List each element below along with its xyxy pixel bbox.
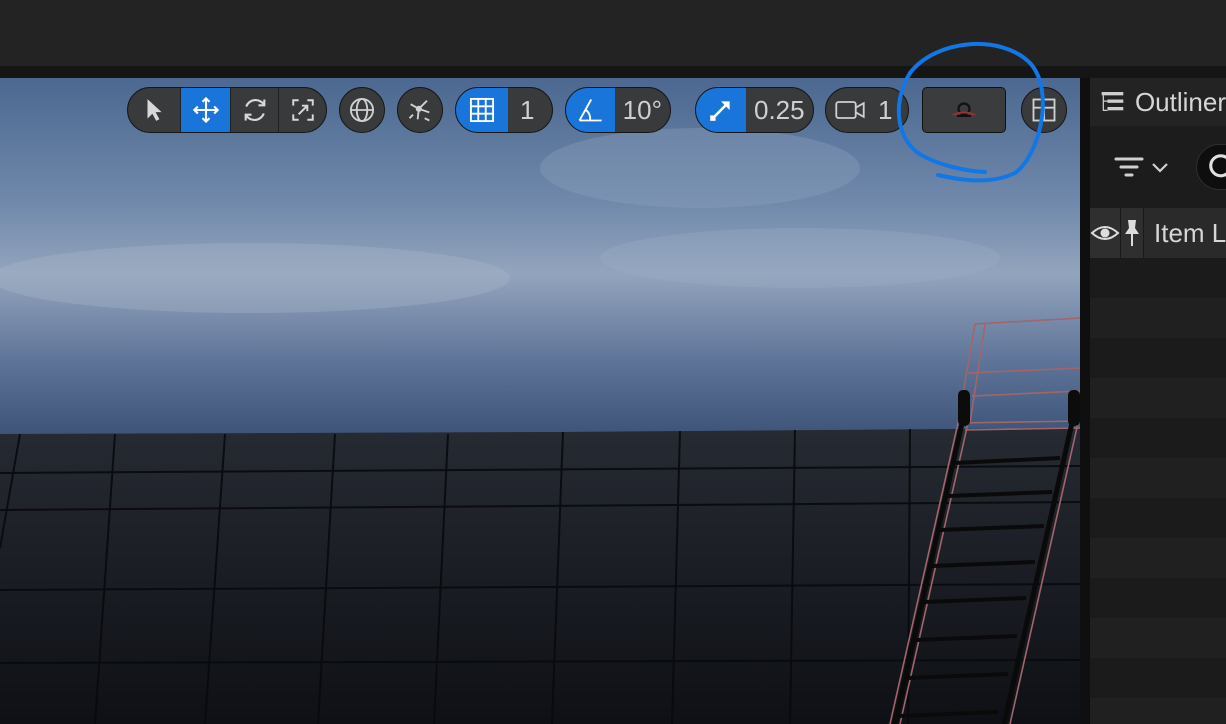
outliner-tree [1090, 258, 1226, 724]
grid-snap-group: 1 [455, 87, 553, 133]
hidden-actor-icon [952, 102, 976, 117]
search-icon [1209, 154, 1226, 178]
scale-tool-button[interactable] [278, 88, 326, 132]
list-item[interactable] [1090, 618, 1226, 658]
transform-tools-group [127, 87, 327, 133]
outliner-column-header: Item Label [1090, 208, 1226, 258]
rotate-icon [244, 98, 265, 122]
surface-snapping-button[interactable] [397, 87, 443, 133]
rotation-snap-value[interactable]: 10° [615, 88, 670, 132]
scale-arrow-icon [710, 101, 730, 121]
grid-snap-toggle[interactable] [456, 88, 508, 132]
outliner-panel: Outliner Item Label [1090, 78, 1226, 724]
rotation-snap-group: 10° [565, 87, 671, 133]
scale-snap-toggle[interactable] [696, 88, 746, 132]
grid-icon [469, 97, 495, 123]
outliner-icon [1101, 92, 1124, 111]
pin-icon [1125, 220, 1139, 246]
list-item[interactable] [1090, 538, 1226, 578]
outliner-tab[interactable]: Outliner [1090, 78, 1226, 126]
editor-top-bar [0, 0, 1226, 66]
outliner-search-input[interactable] [1196, 144, 1226, 190]
outliner-title: Outliner [1134, 86, 1226, 117]
viewport-options-button[interactable] [922, 87, 1006, 133]
angle-icon [579, 99, 602, 122]
list-item[interactable] [1090, 698, 1226, 724]
scale-snap-group: 0.25 [695, 87, 814, 133]
rotation-snap-toggle[interactable] [566, 88, 615, 132]
list-item[interactable] [1090, 498, 1226, 538]
list-item[interactable] [1090, 378, 1226, 418]
chevron-down-icon [1152, 163, 1168, 173]
filter-dropdown[interactable] [1114, 154, 1170, 180]
list-item[interactable] [1090, 338, 1226, 378]
list-item[interactable] [1090, 458, 1226, 498]
pin-column[interactable] [1121, 208, 1144, 258]
panel-splitter[interactable] [1080, 78, 1090, 724]
top-bar-divider [0, 66, 1226, 78]
filter-icon [1114, 157, 1144, 177]
level-viewport[interactable] [0, 78, 1080, 724]
layout-options-button[interactable] [1021, 87, 1067, 133]
outliner-toolbar [1090, 136, 1226, 198]
surface-snap-icon [408, 100, 430, 122]
viewport-scene [0, 78, 1080, 724]
eye-icon [1090, 226, 1120, 240]
list-item[interactable] [1090, 258, 1226, 298]
list-item[interactable] [1090, 298, 1226, 338]
list-item[interactable] [1090, 578, 1226, 618]
translate-tool-button[interactable] [180, 88, 230, 132]
video-camera-icon [835, 101, 865, 119]
list-item[interactable] [1090, 658, 1226, 698]
camera-speed-group: 1 [825, 87, 909, 133]
grid-snap-value[interactable]: 1 [508, 88, 546, 132]
move-arrows-icon [192, 96, 219, 124]
scale-icon [291, 99, 314, 121]
item-label-column[interactable]: Item Label [1144, 208, 1226, 258]
rotate-tool-button[interactable] [230, 88, 278, 132]
world-local-toggle-button[interactable] [339, 87, 385, 133]
select-tool-button[interactable] [128, 88, 180, 132]
layout-grid-icon [1032, 98, 1056, 122]
visibility-column[interactable] [1090, 208, 1121, 258]
list-item[interactable] [1090, 418, 1226, 458]
camera-speed-button[interactable] [826, 88, 874, 132]
scale-snap-value[interactable]: 0.25 [746, 88, 813, 132]
camera-speed-value[interactable]: 1 [874, 88, 898, 132]
globe-icon [349, 97, 375, 123]
cursor-arrow-icon [147, 99, 162, 121]
